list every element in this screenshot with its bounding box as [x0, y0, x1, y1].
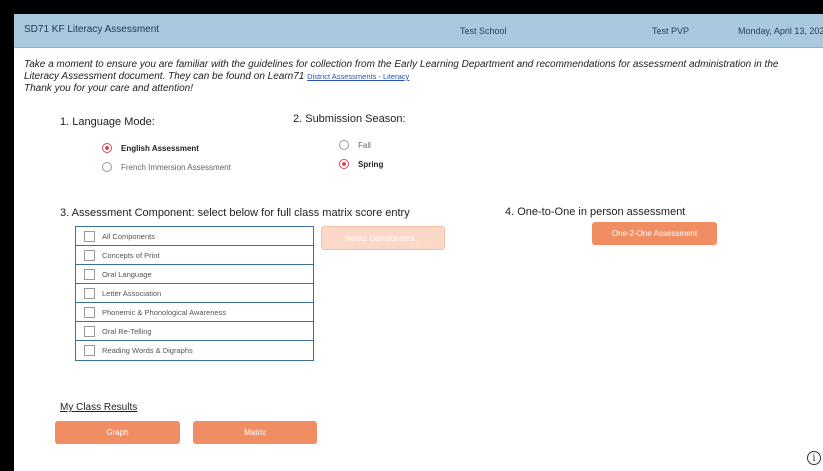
language-mode-label: 1. Language Mode: [60, 116, 155, 128]
district-assessments-link[interactable]: District Assessments - Literacy [307, 72, 409, 81]
assessment-component-label: 3. Assessment Component: select below fo… [60, 207, 410, 219]
radio-french-immersion-assessment[interactable]: French Immersion Assessment [102, 162, 231, 172]
radio-button[interactable] [102, 162, 112, 172]
app-title: SD71 KF Literacy Assessment [24, 24, 160, 35]
school-name: Test School [460, 26, 507, 36]
component-item-all[interactable]: All Components [76, 227, 313, 246]
checkbox[interactable] [84, 325, 95, 337]
checkbox[interactable] [84, 230, 95, 242]
one-to-one-label: 4. One-to-One in person assessment [505, 206, 686, 218]
my-class-results-link[interactable]: My Class Results [60, 402, 137, 413]
intro-message: Take a moment to ensure you are familiar… [24, 59, 814, 95]
radio-button-checked[interactable] [102, 143, 112, 153]
user-name: Test PVP [652, 26, 690, 36]
component-item-reading-words[interactable]: Reading Words & Digraphs [76, 341, 313, 360]
component-label: Letter Association [102, 288, 162, 298]
radio-fall[interactable]: Fall [339, 140, 371, 150]
app-window: SD71 KF Literacy Assessment Test School … [14, 14, 823, 471]
component-label: Oral Language [102, 269, 152, 279]
radio-label: Spring [358, 159, 384, 169]
checkbox[interactable] [84, 345, 95, 356]
component-item-letter-association[interactable]: Letter Association [76, 284, 313, 303]
graph-button[interactable]: Graph [55, 421, 180, 444]
checkbox[interactable] [84, 249, 95, 261]
radio-english-assessment[interactable]: English Assessment [102, 143, 199, 153]
submission-season-label: 2. Submission Season: [293, 113, 406, 125]
radio-spring[interactable]: Spring [339, 159, 383, 169]
radio-label: French Immersion Assessment [121, 162, 231, 172]
component-label: Reading Words & Digraphs [102, 346, 193, 355]
component-label: Phonemic & Phonological Awareness [102, 307, 227, 317]
matrix-button[interactable]: Matrix [193, 421, 317, 444]
current-date: Monday, April 13, 2026 [738, 26, 823, 36]
info-icon[interactable]: i [807, 451, 821, 465]
checkbox[interactable] [84, 306, 95, 318]
component-item-phonemic-awareness[interactable]: Phonemic & Phonological Awareness [76, 303, 313, 322]
one-2-one-assessment-button[interactable]: One-2-One Assessment [592, 222, 717, 245]
top-bar: SD71 KF Literacy Assessment Test School … [14, 14, 823, 48]
component-item-oral-language[interactable]: Oral Language [76, 265, 313, 284]
radio-label: Fall [358, 140, 371, 150]
component-list: All Components Concepts of Print Oral La… [75, 226, 314, 361]
checkbox[interactable] [84, 287, 95, 299]
component-label: Oral Re-Telling [102, 326, 152, 336]
radio-label: English Assessment [121, 143, 199, 153]
component-item-concepts-of-print[interactable]: Concepts of Print [76, 246, 313, 265]
component-label: Concepts of Print [102, 250, 160, 260]
component-label: All Components [102, 231, 155, 241]
radio-button[interactable] [339, 140, 349, 150]
radio-button-checked[interactable] [339, 159, 349, 169]
component-item-oral-retelling[interactable]: Oral Re-Telling [76, 322, 313, 341]
checkbox[interactable] [84, 268, 95, 280]
intro-thanks: Thank you for your care and attention! [24, 83, 193, 94]
select-components-button[interactable]: Select Components... [321, 226, 445, 250]
